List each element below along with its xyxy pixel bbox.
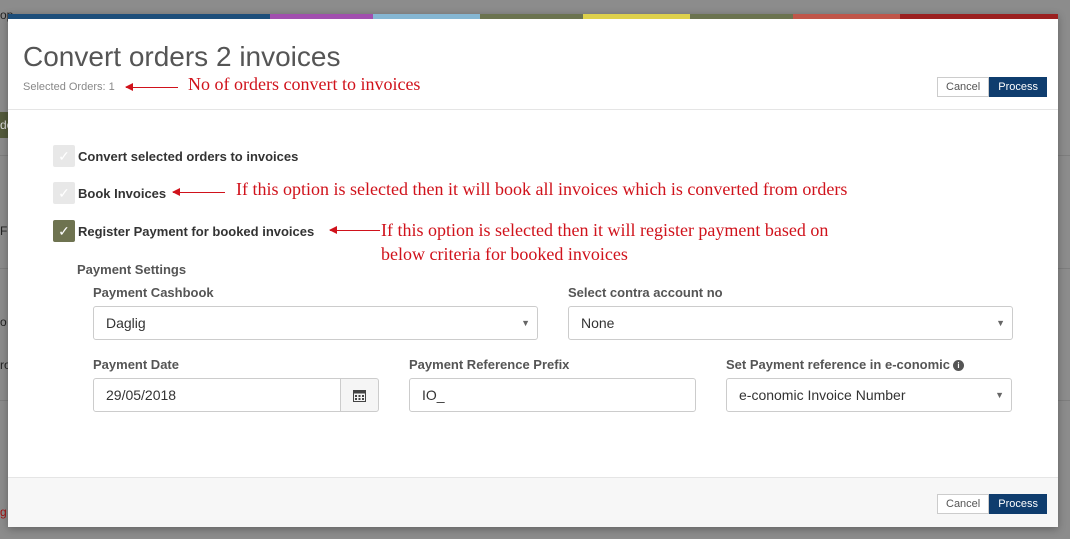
convert-orders-modal: Convert orders 2 invoices Selected Order… [8, 14, 1058, 527]
annotation-orders: No of orders convert to invoices [188, 74, 421, 94]
cancel-button[interactable]: Cancel [937, 77, 990, 97]
contra-account-label: Select contra account no [568, 285, 723, 300]
caret-down-icon: ▼ [995, 390, 1004, 400]
option-label: Register Payment for booked invoices [78, 223, 315, 239]
caret-down-icon: ▼ [521, 318, 530, 328]
caret-down-icon: ▼ [996, 318, 1005, 328]
select-value: Daglig [106, 315, 146, 331]
check-icon: ✓ [58, 147, 70, 164]
background-text: g [0, 505, 7, 519]
header-actions: Cancel Process [937, 77, 1047, 97]
selected-orders-count: Selected Orders: 1 [23, 81, 115, 93]
checkbox-register-payment[interactable]: ✓ [53, 220, 75, 242]
calendar-icon [353, 389, 366, 402]
payment-date-input[interactable]: 29/05/2018 [93, 378, 341, 412]
option-label: Convert selected orders to invoices [78, 148, 299, 164]
annotation-arrow [125, 83, 178, 91]
option-book-invoices[interactable]: ✓ Book Invoices [53, 182, 166, 204]
reference-prefix-input[interactable]: IO_ [409, 378, 696, 412]
checkbox-convert-orders[interactable]: ✓ [53, 145, 75, 167]
checkbox-book-invoices[interactable]: ✓ [53, 182, 75, 204]
select-value: e-conomic Invoice Number [739, 387, 906, 403]
reference-type-select[interactable]: e-conomic Invoice Number ▼ [726, 378, 1012, 412]
calendar-button[interactable] [340, 378, 379, 412]
annotation-arrow [172, 188, 225, 196]
option-label: Book Invoices [78, 185, 167, 201]
annotation-arrow [329, 226, 380, 234]
info-icon[interactable]: i [952, 360, 964, 371]
annotation-register-line2: below criteria for booked invoices [381, 244, 628, 264]
footer-actions: Cancel Process [937, 494, 1047, 514]
reference-prefix-label: Payment Reference Prefix [409, 357, 570, 372]
payment-cashbook-label: Payment Cashbook [93, 285, 214, 300]
option-convert-orders[interactable]: ✓ Convert selected orders to invoices [53, 145, 298, 167]
payment-date-label: Payment Date [93, 357, 179, 372]
contra-account-select[interactable]: None ▼ [568, 306, 1013, 340]
check-icon: ✓ [58, 222, 70, 239]
input-value: IO_ [422, 387, 445, 403]
reference-type-label: Set Payment reference in e-conomic i [726, 357, 964, 372]
reference-type-label-text: Set Payment reference in e-conomic [726, 357, 950, 372]
option-register-payment[interactable]: ✓ Register Payment for booked invoices [53, 220, 314, 242]
process-button[interactable]: Process [989, 77, 1047, 97]
modal-header: Convert orders 2 invoices Selected Order… [8, 19, 1058, 110]
input-value: 29/05/2018 [106, 387, 177, 403]
annotation-register-line1: If this option is selected then it will … [381, 220, 829, 240]
modal-footer: Cancel Process [8, 477, 1058, 527]
select-value: None [581, 315, 615, 331]
cancel-button[interactable]: Cancel [937, 494, 990, 514]
modal-title: Convert orders 2 invoices [23, 41, 341, 72]
payment-cashbook-select[interactable]: Daglig ▼ [93, 306, 538, 340]
check-icon: ✓ [58, 184, 70, 201]
process-button[interactable]: Process [989, 494, 1047, 514]
payment-settings-title: Payment Settings [77, 262, 187, 277]
background-text: o [0, 315, 7, 329]
modal-body: ✓ Convert selected orders to invoices ✓ … [8, 111, 1058, 477]
annotation-book: If this option is selected then it will … [236, 179, 848, 199]
